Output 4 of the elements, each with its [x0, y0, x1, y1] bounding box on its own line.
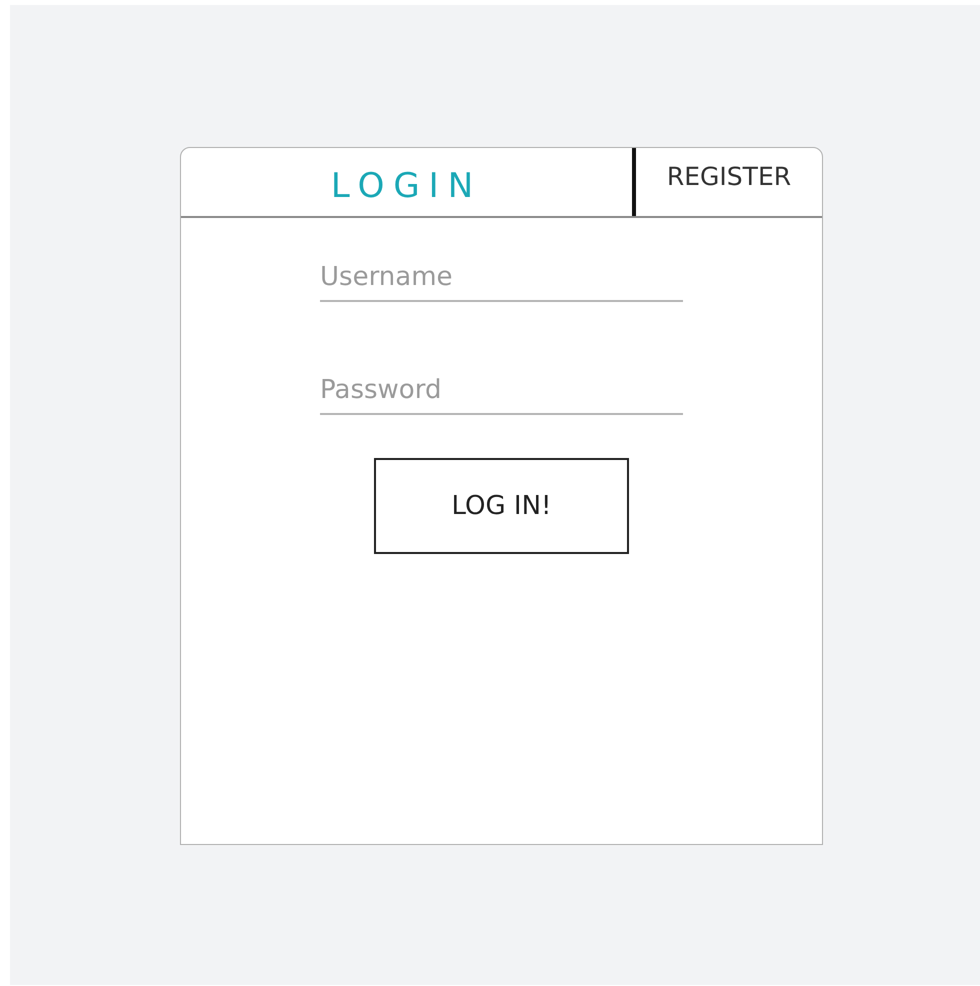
- input-field[interactable]: Username: [320, 254, 683, 302]
- tab[interactable]: REGISTER: [632, 148, 822, 216]
- login-button[interactable]: LOG IN!: [374, 458, 629, 554]
- input-field[interactable]: Password: [320, 367, 683, 415]
